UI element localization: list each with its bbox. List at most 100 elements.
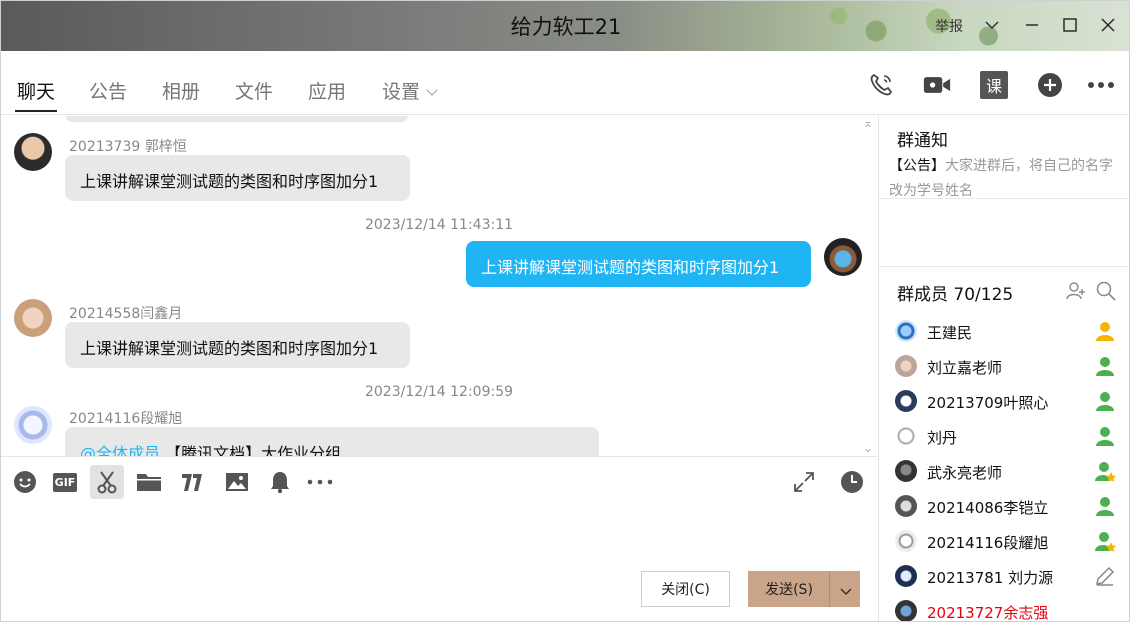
admin-badge-icon [1093, 529, 1117, 553]
more-icon[interactable] [305, 467, 335, 497]
add-member-icon[interactable] [1065, 280, 1087, 302]
message-input[interactable] [1, 506, 877, 566]
member-row[interactable]: 20213727余志强 [895, 596, 1125, 622]
group-notice-title[interactable]: 群通知 [897, 126, 948, 151]
tab-apps[interactable]: 应用 [308, 77, 346, 104]
my-message-bubble[interactable]: 上课讲解课堂测试题的类图和时序图加分1 [466, 241, 811, 287]
minimize-icon[interactable] [1019, 12, 1045, 38]
previous-message-bubble [65, 116, 409, 122]
folder-icon[interactable] [134, 467, 164, 497]
member-name: 刘立嘉老师 [927, 359, 1003, 377]
owner-badge-icon [1093, 319, 1117, 343]
avatar[interactable] [14, 406, 52, 444]
message-sender: 20214116段耀旭 [69, 411, 183, 427]
member-row[interactable]: 刘立嘉老师 [895, 351, 1125, 381]
add-circle-icon[interactable] [1036, 71, 1064, 99]
member-avatar[interactable] [895, 495, 917, 517]
chevron-down-icon[interactable] [979, 12, 1005, 38]
lesson-icon[interactable]: 课 [980, 71, 1008, 99]
qq-group-chat-window: 给力软工21 举报 聊天 公告 相册 文件 应用 设置 课 ⌅ 20213739… [0, 0, 1130, 622]
message-text: 【腾讯文档】大作业分组 [165, 444, 342, 456]
maximize-icon[interactable] [1057, 12, 1083, 38]
member-avatar[interactable] [895, 460, 917, 482]
member-name: 王建民 [927, 324, 973, 342]
scroll-up-icon[interactable]: ⌅ [863, 116, 873, 130]
group-notice-body[interactable]: 【公告】大家进群后，将自己的名字改为学号姓名 [889, 154, 1119, 204]
member-name: 刘丹 [927, 429, 958, 447]
message-sender: 20214558闫鑫月 [69, 306, 183, 322]
member-name: 20213709叶照心 [927, 394, 1049, 412]
gif-icon[interactable]: GIF [50, 467, 80, 497]
group-members-title: 群成员 70/125 [897, 285, 1014, 305]
emoji-icon[interactable] [10, 467, 40, 497]
phone-icon[interactable] [867, 71, 895, 99]
member-row[interactable]: 20214086李铠立 [895, 491, 1125, 521]
member-name: 武永亮老师 [927, 464, 1003, 482]
scissors-icon[interactable] [90, 465, 124, 499]
tab-files[interactable]: 文件 [235, 77, 273, 104]
member-avatar[interactable] [895, 600, 917, 621]
font-icon[interactable] [177, 467, 207, 497]
member-name: 20214116段耀旭 [927, 534, 1049, 552]
mention-link[interactable]: @全体成员 [80, 444, 160, 456]
tab-settings-label: 设置 [382, 81, 421, 103]
input-toolbar: GIF [1, 456, 877, 506]
avatar[interactable] [824, 238, 862, 276]
message-bubble[interactable]: 上课讲解课堂测试题的类图和时序图加分1 [65, 155, 410, 201]
member-row[interactable]: 王建民 [895, 316, 1125, 346]
member-badge-icon [1093, 494, 1117, 518]
member-name: 20213727余志强 [927, 604, 1049, 622]
tab-settings[interactable]: 设置 [382, 77, 438, 104]
report-button[interactable]: 举报 [935, 16, 963, 36]
expand-icon[interactable] [789, 467, 819, 497]
group-info-panel: 群通知 【公告】大家进群后，将自己的名字改为学号姓名 群成员 70/125 王建… [878, 116, 1129, 622]
member-avatar[interactable] [895, 320, 917, 342]
member-row[interactable]: 20213709叶照心 [895, 386, 1125, 416]
member-avatar[interactable] [895, 565, 917, 587]
role-badge [1093, 599, 1117, 621]
member-name: 20214086李铠立 [927, 499, 1049, 517]
avatar[interactable] [14, 133, 52, 171]
video-call-icon[interactable] [923, 71, 951, 99]
scroll-down-icon[interactable]: ⌄ [863, 441, 873, 455]
message-timestamp: 2023/12/14 11:43:11 [364, 217, 514, 233]
member-avatar[interactable] [895, 355, 917, 377]
chat-message-list[interactable]: ⌅ 20213739 郭梓恒 上课讲解课堂测试题的类图和时序图加分1 2023/… [1, 116, 877, 456]
message-bubble[interactable]: 上课讲解课堂测试题的类图和时序图加分1 [65, 322, 410, 368]
member-row[interactable]: 20213781 刘力源 [895, 561, 1125, 591]
admin-badge-icon [1093, 459, 1117, 483]
member-avatar[interactable] [895, 530, 917, 552]
close-icon[interactable] [1095, 12, 1121, 38]
gif-label: GIF [52, 472, 78, 492]
member-row[interactable]: 刘丹 [895, 421, 1125, 451]
notice-tag: 【公告】 [889, 158, 945, 174]
divider [879, 266, 1129, 267]
member-badge-icon [1093, 424, 1117, 448]
history-clock-icon[interactable] [837, 467, 867, 497]
member-badge-icon [1093, 389, 1117, 413]
divider [879, 198, 1129, 199]
message-sender: 20213739 郭梓恒 [69, 139, 187, 155]
title-bar: 给力软工21 举报 [1, 1, 1129, 51]
send-options-chevron-icon[interactable] [840, 584, 852, 600]
member-row[interactable]: 20214116段耀旭 [895, 526, 1125, 556]
member-name: 20213781 刘力源 [927, 569, 1054, 587]
member-avatar[interactable] [895, 425, 917, 447]
bell-icon[interactable] [265, 467, 295, 497]
send-button-divider [829, 571, 830, 607]
image-icon[interactable] [222, 467, 252, 497]
member-avatar[interactable] [895, 390, 917, 412]
send-button[interactable]: 发送(S) [748, 571, 860, 607]
tab-chat[interactable]: 聊天 [14, 77, 58, 112]
edit-icon[interactable] [1093, 564, 1117, 588]
more-icon[interactable] [1087, 71, 1115, 99]
close-button[interactable]: 关闭(C) [641, 571, 730, 607]
avatar[interactable] [14, 299, 52, 337]
search-icon[interactable] [1095, 280, 1117, 302]
tab-announcement[interactable]: 公告 [89, 77, 127, 104]
send-button-label: 发送(S) [765, 582, 813, 598]
tab-album[interactable]: 相册 [162, 77, 200, 104]
member-row[interactable]: 武永亮老师 [895, 456, 1125, 486]
chevron-down-icon [426, 84, 438, 96]
message-bubble[interactable]: @全体成员 【腾讯文档】大作业分组 [65, 427, 599, 456]
